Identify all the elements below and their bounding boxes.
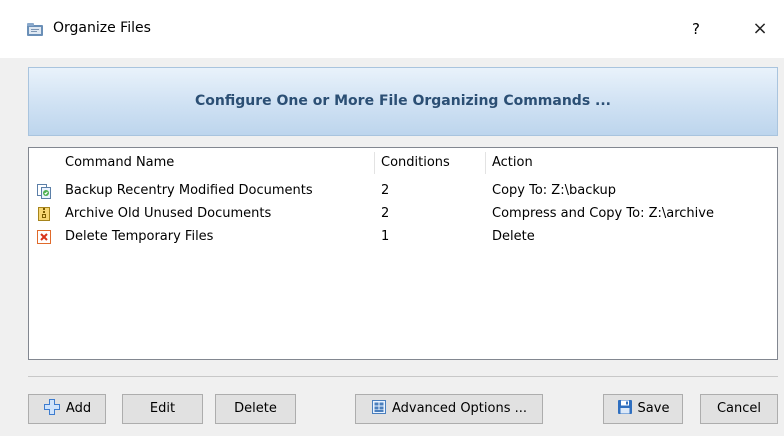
add-button-label: Add: [65, 401, 92, 416]
archive-compress-icon: [38, 207, 50, 221]
table-row[interactable]: Archive Old Unused Documents 2 Compress …: [29, 203, 777, 225]
advanced-options-button[interactable]: Advanced Options ...: [355, 394, 543, 424]
instruction-banner: Configure One or More File Organizing Co…: [28, 67, 778, 136]
delete-x-icon: [37, 230, 51, 244]
close-button[interactable]: ×: [742, 14, 778, 44]
conditions-cell: 1: [381, 229, 390, 244]
help-button[interactable]: ?: [680, 14, 712, 44]
delete-button-label: Delete: [234, 401, 277, 416]
column-header-conditions[interactable]: Conditions: [381, 148, 481, 178]
column-header-action[interactable]: Action: [492, 148, 772, 178]
column-divider[interactable]: [374, 152, 375, 174]
column-header-command-name[interactable]: Command Name: [65, 148, 373, 178]
commands-list[interactable]: Command Name Conditions Action Backup Re…: [28, 147, 778, 360]
title-bar: Organize Files ? ×: [0, 0, 784, 58]
action-cell: Delete: [492, 229, 535, 244]
edit-button-label: Edit: [149, 401, 176, 416]
copy-document-icon: [37, 184, 51, 199]
table-row[interactable]: Delete Temporary Files 1 Delete: [29, 226, 777, 248]
app-files-icon: [27, 23, 43, 36]
action-cell: Copy To: Z:\backup: [492, 183, 616, 198]
advanced-options-label: Advanced Options ...: [391, 401, 528, 416]
plus-icon: [43, 399, 60, 415]
floppy-disk-icon: [617, 400, 632, 414]
column-divider[interactable]: [485, 152, 486, 174]
save-button-label: Save: [637, 401, 670, 416]
cancel-button-label: Cancel: [716, 401, 762, 416]
command-name-cell: Delete Temporary Files: [65, 229, 214, 244]
cancel-button[interactable]: Cancel: [700, 394, 778, 424]
add-button[interactable]: Add: [28, 394, 106, 424]
command-name-cell: Backup Recentry Modified Documents: [65, 183, 313, 198]
organize-files-dialog: Organize Files ? × Configure One or More…: [0, 0, 784, 436]
command-name-cell: Archive Old Unused Documents: [65, 206, 272, 221]
save-button[interactable]: Save: [603, 394, 683, 424]
conditions-cell: 2: [381, 206, 390, 221]
action-cell: Compress and Copy To: Z:\archive: [492, 206, 714, 221]
options-grid-icon: [371, 400, 386, 414]
edit-button[interactable]: Edit: [122, 394, 203, 424]
divider: [28, 376, 778, 377]
table-row[interactable]: Backup Recentry Modified Documents 2 Cop…: [29, 180, 777, 202]
window-title: Organize Files: [53, 20, 151, 36]
conditions-cell: 2: [381, 183, 390, 198]
delete-button[interactable]: Delete: [215, 394, 296, 424]
